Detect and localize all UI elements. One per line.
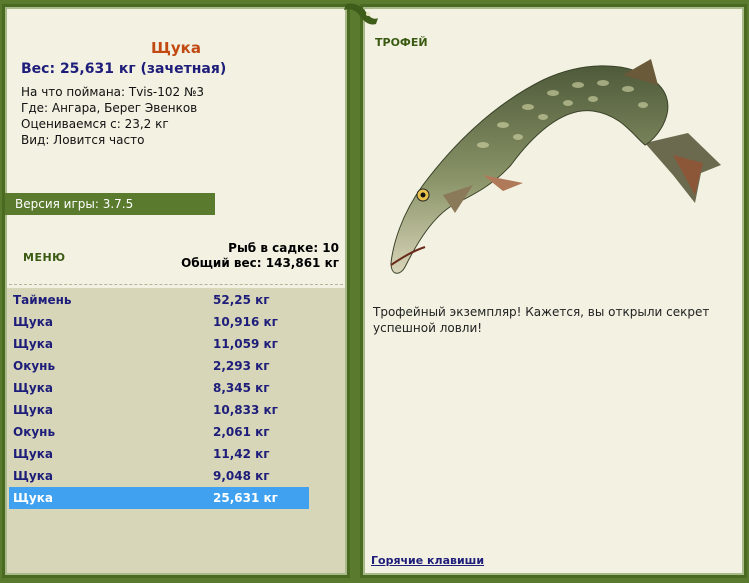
trophy-panel: ТРОФЕЙ Трофейный экземпляр! Кажется, вы … (360, 4, 747, 578)
catch-row[interactable]: Таймень 52,25 кг (9, 289, 309, 311)
catch-list: Таймень 52,25 кг Щука 10,916 кг Щука 11,059 к… (7, 288, 345, 573)
catch-fish-name: Окунь (13, 359, 56, 373)
catch-fish-name: Щука (13, 447, 53, 461)
divider (9, 284, 343, 285)
catch-fish-weight: 2,293 кг (213, 359, 270, 373)
catch-fish-name: Щука (13, 337, 53, 351)
pike-fish-image (390, 59, 721, 274)
catch-fish-weight: 9,048 кг (213, 469, 270, 483)
fish-info-panel: Щука Вес: 25,631 кг (зачетная) На что по… (2, 4, 350, 578)
catch-fish-name: Щука (13, 315, 53, 329)
catch-fish-name: Щука (13, 469, 53, 483)
catch-row[interactable]: Щука 11,42 кг (9, 443, 309, 465)
catch-fish-weight: 11,42 кг (213, 447, 270, 461)
catch-fish-weight: 52,25 кг (213, 293, 270, 307)
catch-row[interactable]: Щука 8,345 кг (9, 377, 309, 399)
catch-row[interactable]: Щука 11,059 кг (9, 333, 309, 355)
catch-row[interactable]: Щука 9,048 кг (9, 465, 309, 487)
catch-fish-weight: 25,631 кг (213, 491, 278, 505)
catch-fish-weight: 8,345 кг (213, 381, 270, 395)
fish-weight: Вес: 25,631 кг (зачетная) (21, 61, 227, 77)
location-info: Где: Ангара, Берег Эвенков (21, 101, 198, 115)
menu-button[interactable]: МЕНЮ (23, 251, 66, 264)
evaluated-info: Оцениваемся с: 23,2 кг (21, 117, 169, 131)
catch-row[interactable]: Окунь 2,061 кг (9, 421, 309, 443)
catch-fish-weight: 10,916 кг (213, 315, 278, 329)
catch-fish-name: Щука (13, 403, 53, 417)
catch-row[interactable]: Щука 25,631 кг (9, 487, 309, 509)
catch-row[interactable]: Щука 10,833 кг (9, 399, 309, 421)
catch-fish-weight: 2,061 кг (213, 425, 270, 439)
catch-fish-name: Щука (13, 491, 53, 505)
catch-fish-name: Таймень (13, 293, 72, 307)
bait-info: На что поймана: Tvis-102 №3 (21, 85, 205, 99)
catch-fish-name: Окунь (13, 425, 56, 439)
catch-fish-name: Щука (13, 381, 53, 395)
catch-fish-weight: 11,059 кг (213, 337, 278, 351)
fish-name: Щука (151, 39, 201, 57)
total-weight: Общий вес: 143,861 кг (181, 256, 339, 270)
catch-fish-weight: 10,833 кг (213, 403, 278, 417)
catch-stats: Рыб в садке: 10 Общий вес: 143,861 кг (181, 241, 339, 271)
catch-row[interactable]: Щука 10,916 кг (9, 311, 309, 333)
trophy-description: Трофейный экземпляр! Кажется, вы открыли… (373, 305, 710, 335)
catch-row[interactable]: Окунь 2,293 кг (9, 355, 309, 377)
fish-count: Рыб в садке: 10 (228, 241, 339, 255)
game-version-bar: Версия игры: 3.7.5 (5, 193, 215, 215)
hotkeys-link[interactable]: Горячие клавиши (371, 554, 484, 567)
kind-info: Вид: Ловится часто (21, 133, 145, 147)
lizard-ornament-icon (344, 3, 378, 25)
